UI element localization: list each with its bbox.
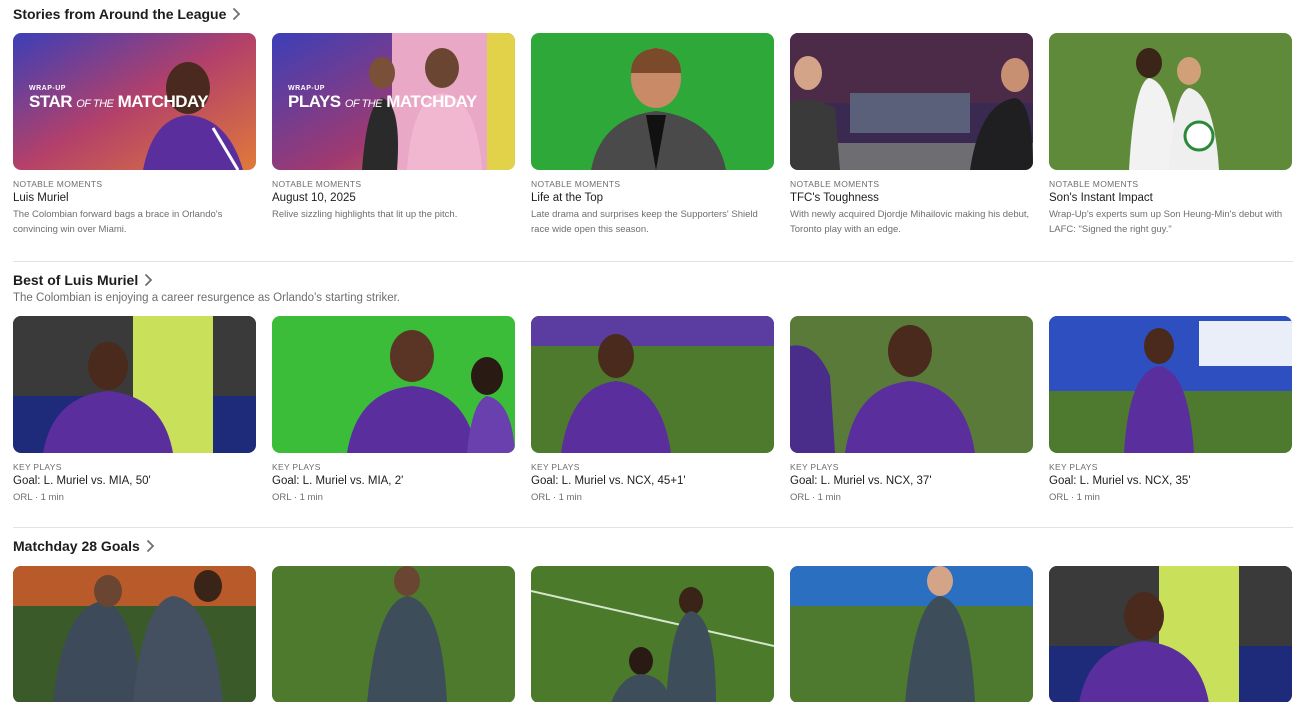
video-thumbnail[interactable]: [272, 566, 515, 702]
story-card[interactable]: WRAP-UP PLAYS OF THE MATCHDAY NOTABLE MO…: [272, 33, 515, 237]
shelf-subtitle: The Colombian is enjoying a career resur…: [13, 292, 400, 304]
card-meta: ORL · 1 min: [790, 492, 841, 503]
video-thumbnail[interactable]: [790, 316, 1033, 453]
card-title: August 10, 2025: [272, 192, 356, 204]
video-thumbnail[interactable]: [272, 316, 515, 453]
story-thumbnail[interactable]: WRAP-UP PLAYS OF THE MATCHDAY: [272, 33, 515, 170]
card-kicker: KEY PLAYS: [1049, 462, 1098, 472]
shelf-header[interactable]: Stories from Around the League: [13, 3, 1293, 25]
card-title: Goal: L. Muriel vs. NCX, 37': [790, 475, 932, 487]
video-card[interactable]: KEY PLAYS Goal: L. Muriel vs. MIA, 50' O…: [13, 316, 256, 505]
video-card[interactable]: KEY PLAYS Goal: L. Muriel vs. MIA, 2' OR…: [272, 316, 515, 505]
wrap-up-logo: WRAP-UP PLAYS OF THE MATCHDAY: [288, 85, 477, 111]
video-thumbnail[interactable]: [531, 316, 774, 453]
video-thumbnail[interactable]: [790, 566, 1033, 702]
shelf-header[interactable]: Best of Luis Muriel: [13, 269, 1293, 291]
card-description: Wrap-Up's experts sum up Son Heung-Min's…: [1049, 209, 1283, 235]
chevron-right-icon[interactable]: [146, 539, 156, 553]
chevron-right-icon[interactable]: [232, 7, 242, 21]
card-kicker: KEY PLAYS: [13, 462, 62, 472]
video-card[interactable]: [1049, 566, 1292, 702]
story-thumbnail[interactable]: [790, 33, 1033, 170]
video-card[interactable]: KEY PLAYS Goal: L. Muriel vs. NCX, 45+1'…: [531, 316, 774, 505]
card-kicker: NOTABLE MOMENTS: [531, 179, 621, 189]
shelf-title[interactable]: Best of Luis Muriel: [13, 272, 138, 288]
story-card[interactable]: NOTABLE MOMENTS Life at the Top Late dra…: [531, 33, 774, 237]
card-title: Goal: L. Muriel vs. NCX, 35': [1049, 475, 1191, 487]
video-thumbnail[interactable]: [531, 566, 774, 702]
shelf-matchday-goals: Matchday 28 Goals: [13, 535, 1293, 702]
video-card[interactable]: KEY PLAYS Goal: L. Muriel vs. NCX, 35' O…: [1049, 316, 1292, 505]
card-title: Goal: L. Muriel vs. NCX, 45+1': [531, 475, 686, 487]
divider: [13, 261, 1293, 262]
card-kicker: KEY PLAYS: [531, 462, 580, 472]
card-kicker: KEY PLAYS: [272, 462, 321, 472]
card-description: With newly acquired Djordje Mihailovic m…: [790, 209, 1030, 235]
card-title: Luis Muriel: [13, 192, 69, 204]
video-thumbnail[interactable]: [1049, 316, 1292, 453]
video-thumbnail[interactable]: [13, 316, 256, 453]
card-meta: ORL · 1 min: [1049, 492, 1100, 503]
card-kicker: NOTABLE MOMENTS: [272, 179, 362, 189]
card-title: Life at the Top: [531, 192, 604, 204]
video-card[interactable]: KEY PLAYS Goal: L. Muriel vs. NCX, 37' O…: [790, 316, 1033, 505]
card-meta: ORL · 1 min: [13, 492, 64, 503]
shelf-stories: Stories from Around the League WRAP-UP S…: [13, 3, 1293, 235]
card-kicker: KEY PLAYS: [790, 462, 839, 472]
card-description: Relive sizzling highlights that lit up t…: [272, 209, 458, 220]
story-thumbnail[interactable]: [1049, 33, 1292, 170]
card-title: Son's Instant Impact: [1049, 192, 1153, 204]
card-kicker: NOTABLE MOMENTS: [790, 179, 880, 189]
video-thumbnail[interactable]: [1049, 566, 1292, 702]
card-meta: ORL · 1 min: [531, 492, 582, 503]
chevron-right-icon[interactable]: [144, 273, 154, 287]
shelf-best-of-muriel: Best of Luis Muriel The Colombian is enj…: [13, 269, 1293, 503]
card-kicker: NOTABLE MOMENTS: [1049, 179, 1139, 189]
card-description: Late drama and surprises keep the Suppor…: [531, 209, 758, 235]
shelf-header[interactable]: Matchday 28 Goals: [13, 535, 1293, 557]
card-description: The Colombian forward bags a brace in Or…: [13, 209, 223, 235]
video-card[interactable]: [13, 566, 256, 702]
wrap-up-logo: WRAP-UP STAR OF THE MATCHDAY: [29, 85, 209, 111]
shelf-title[interactable]: Matchday 28 Goals: [13, 538, 140, 554]
story-thumbnail[interactable]: WRAP-UP STAR OF THE MATCHDAY: [13, 33, 256, 170]
story-card[interactable]: NOTABLE MOMENTS TFC's Toughness With new…: [790, 33, 1033, 237]
video-card[interactable]: [531, 566, 774, 702]
shelf-title[interactable]: Stories from Around the League: [13, 6, 226, 22]
video-card[interactable]: [272, 566, 515, 702]
divider: [13, 527, 1293, 528]
video-thumbnail[interactable]: [13, 566, 256, 702]
card-title: Goal: L. Muriel vs. MIA, 50': [13, 475, 151, 487]
card-title: TFC's Toughness: [790, 192, 879, 204]
video-card[interactable]: [790, 566, 1033, 702]
story-card[interactable]: WRAP-UP STAR OF THE MATCHDAY NOTABLE MOM…: [13, 33, 256, 237]
card-meta: ORL · 1 min: [272, 492, 323, 503]
story-thumbnail[interactable]: [531, 33, 774, 170]
story-card[interactable]: NOTABLE MOMENTS Son's Instant Impact Wra…: [1049, 33, 1292, 237]
card-title: Goal: L. Muriel vs. MIA, 2': [272, 475, 404, 487]
card-kicker: NOTABLE MOMENTS: [13, 179, 103, 189]
